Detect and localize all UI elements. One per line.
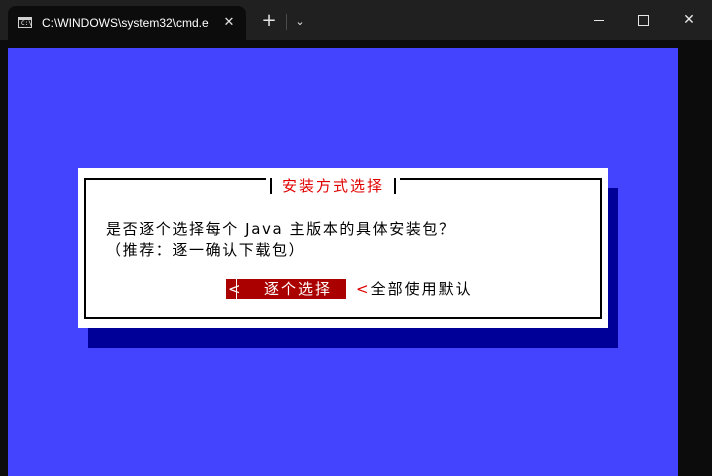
dialog-question: 是否逐个选择每个 Java 主版本的具体安装包？ [106, 220, 456, 238]
minimize-button[interactable] [576, 6, 622, 34]
dialog-title: 安装方式选择 [282, 177, 385, 195]
new-tab-button[interactable]: + [258, 11, 280, 33]
chevron-down-icon[interactable]: ⌄ [290, 12, 310, 32]
text-cursor [236, 279, 237, 299]
dialog-hint: （推荐：逐一确认下载包） [106, 241, 306, 259]
button-bracket: < [356, 280, 371, 298]
tab-title: C:\WINDOWS\system32\cmd.e [42, 16, 209, 30]
select-each-button[interactable]: < 逐个选择 [226, 279, 346, 299]
scrollbar[interactable] [678, 40, 712, 476]
use-all-defaults-button[interactable]: <全部使用默认 [356, 279, 473, 299]
title-bar: C:\ C:\WINDOWS\system32\cmd.e ✕ + ⌄ ✕ [0, 0, 712, 40]
tab-divider [286, 14, 287, 30]
minimize-icon [594, 19, 604, 21]
title-separator-right [394, 178, 397, 194]
maximize-icon [637, 14, 649, 26]
terminal-window: C:\ C:\WINDOWS\system32\cmd.e ✕ + ⌄ ✕ 安装… [0, 0, 712, 476]
cmd-icon: C:\ [18, 17, 32, 28]
install-mode-dialog: 安装方式选择 是否逐个选择每个 Java 主版本的具体安装包？ （推荐：逐一确认… [78, 168, 608, 328]
close-window-button[interactable]: ✕ [666, 6, 712, 34]
use-all-defaults-label: 全部使用默认 [370, 280, 473, 298]
tab-close-icon[interactable]: ✕ [220, 14, 238, 32]
dialog-title-wrap: 安装方式选择 [266, 177, 401, 200]
select-each-label: 逐个选择 [264, 280, 333, 298]
tab-cmd[interactable]: C:\ C:\WINDOWS\system32\cmd.e ✕ [8, 6, 246, 40]
maximize-button[interactable] [620, 6, 666, 34]
dialog-frame: 安装方式选择 是否逐个选择每个 Java 主版本的具体安装包？ （推荐：逐一确认… [84, 177, 602, 319]
